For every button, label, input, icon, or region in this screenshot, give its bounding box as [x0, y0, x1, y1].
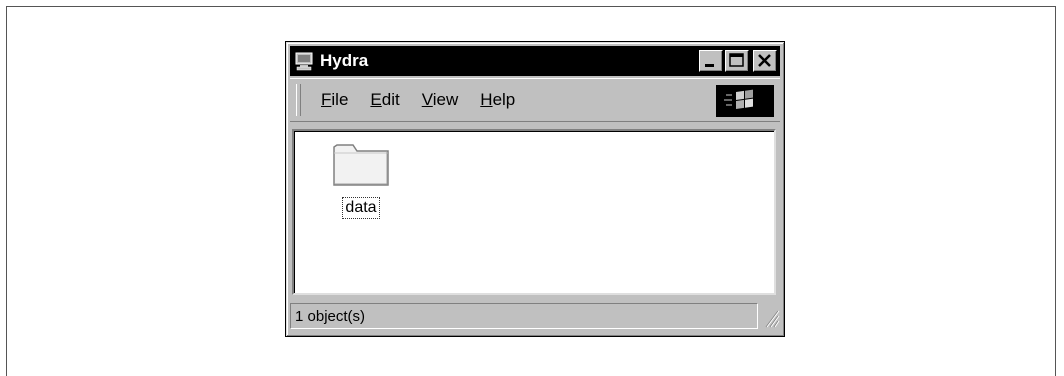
- folder-label: data: [342, 197, 380, 219]
- menu-help[interactable]: Help: [480, 90, 515, 110]
- status-bar: 1 object(s): [290, 300, 780, 332]
- maximize-icon: [729, 53, 744, 67]
- resize-grip-icon[interactable]: [758, 303, 780, 329]
- folder-icon: [331, 139, 391, 189]
- close-button[interactable]: [753, 50, 777, 72]
- window-title: Hydra: [320, 51, 369, 70]
- file-view[interactable]: data: [292, 129, 776, 295]
- title-bar[interactable]: Hydra: [290, 46, 780, 76]
- minimize-button[interactable]: [699, 50, 723, 72]
- minimize-icon: [705, 64, 714, 67]
- folder-item[interactable]: data: [326, 139, 396, 219]
- menu-edit[interactable]: Edit: [370, 90, 399, 110]
- explorer-window: Hydra File Edit View Help data 1 object(…: [285, 41, 785, 337]
- maximize-button[interactable]: [725, 50, 749, 72]
- menu-view[interactable]: View: [422, 90, 459, 110]
- menu-bar: File Edit View Help: [290, 78, 780, 122]
- close-icon: [758, 54, 771, 67]
- menu-grip[interactable]: [296, 84, 301, 116]
- menu-file[interactable]: File: [321, 90, 348, 110]
- windows-logo-icon: [716, 85, 774, 117]
- computer-icon: [294, 51, 314, 71]
- status-text: 1 object(s): [290, 303, 758, 329]
